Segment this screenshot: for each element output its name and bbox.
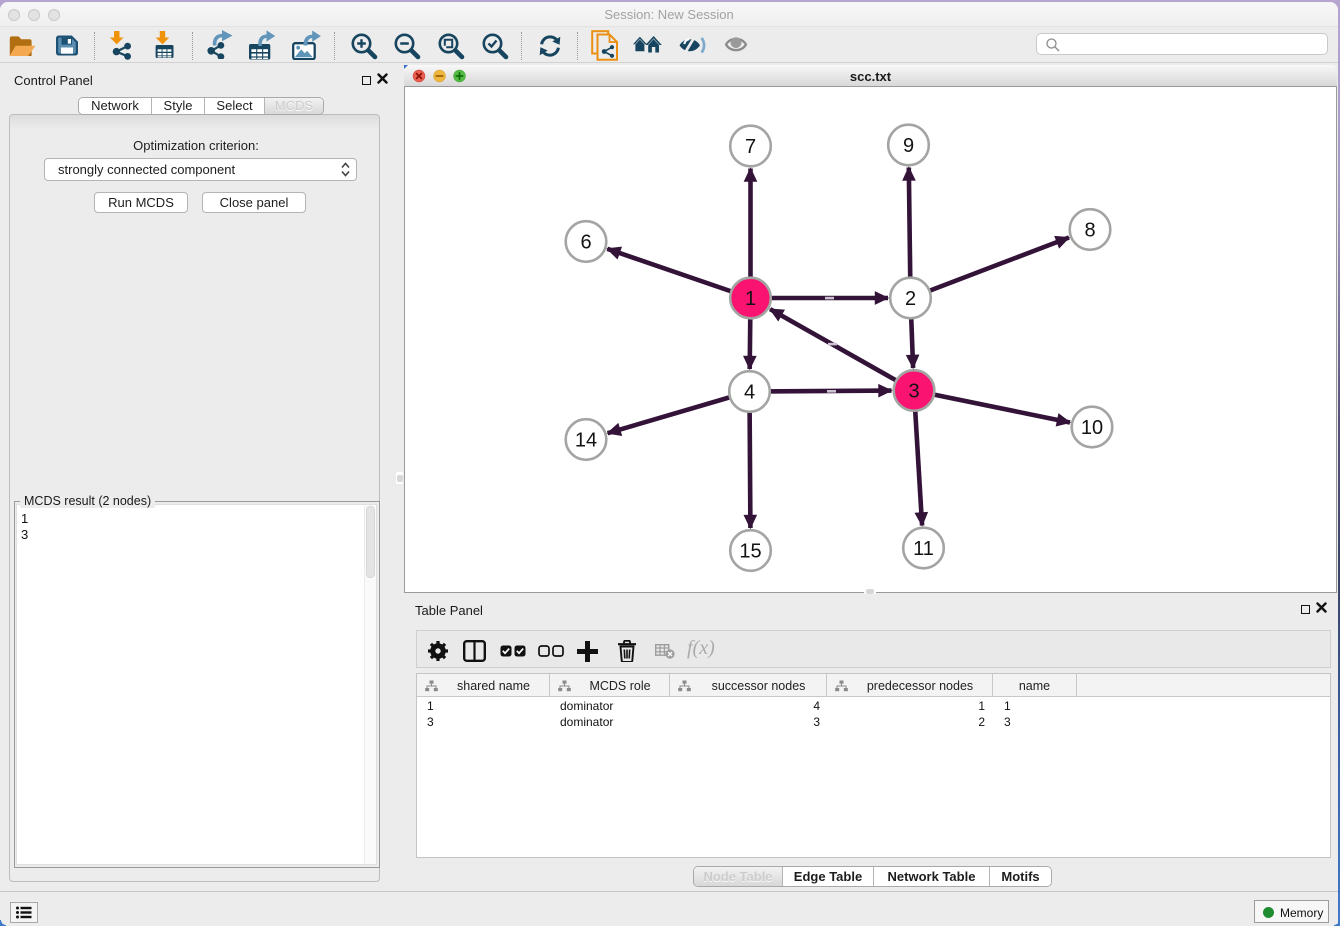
svg-text:8: 8	[1084, 220, 1095, 242]
svg-text:11: 11	[913, 538, 934, 560]
svg-text:3: 3	[908, 381, 919, 403]
svg-text:9: 9	[903, 135, 914, 157]
svg-text:4: 4	[744, 382, 755, 404]
svg-text:2: 2	[905, 288, 916, 310]
svg-text:1: 1	[745, 288, 756, 310]
svg-text:7: 7	[745, 136, 756, 158]
svg-text:10: 10	[1081, 417, 1103, 439]
svg-text:14: 14	[575, 430, 597, 452]
svg-text:6: 6	[580, 232, 591, 254]
svg-text:15: 15	[739, 541, 761, 563]
